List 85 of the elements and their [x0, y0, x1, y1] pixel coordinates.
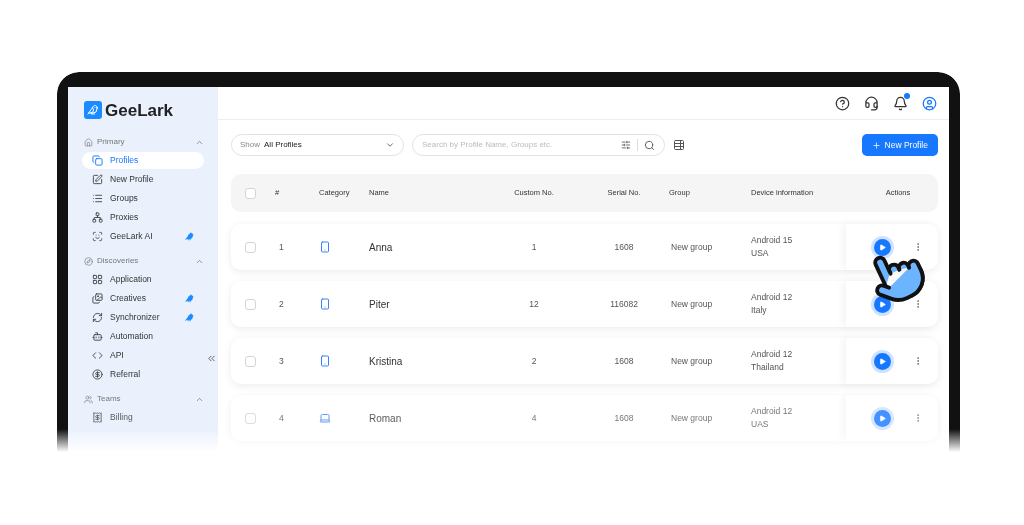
list-icon [92, 193, 103, 204]
table-settings-icon[interactable] [673, 139, 685, 151]
sync-icon [92, 312, 103, 323]
table-cell-text: New group [670, 240, 713, 254]
robot-icon [92, 331, 103, 342]
table-cell-text: New group [670, 354, 713, 368]
sidebar-item[interactable]: New Profile [82, 171, 204, 188]
support-icon[interactable] [864, 95, 879, 111]
profile-name: Kristina [369, 354, 403, 369]
play-icon [878, 300, 886, 308]
profile-name: Roman [369, 411, 402, 426]
logo-text: GeeLark [105, 101, 174, 119]
device-country: Italy [751, 304, 768, 317]
table-cell: 1608 [614, 354, 634, 368]
dollar-icon [92, 369, 103, 380]
users-icon [84, 394, 93, 404]
laptop-icon [319, 412, 331, 424]
play-button[interactable] [873, 295, 891, 313]
filter-icon[interactable] [621, 140, 631, 150]
device-country: UAS [751, 418, 770, 431]
sidebar-item[interactable]: Automation [82, 328, 204, 345]
table-cell: 116082 [610, 297, 638, 311]
play-icon [878, 414, 886, 422]
section-title: Primary [97, 136, 125, 148]
phone-icon [319, 241, 331, 253]
user-icon[interactable] [922, 95, 937, 111]
checkbox[interactable] [245, 355, 256, 367]
device-country: USA [751, 247, 770, 260]
chevron-icon [385, 140, 395, 150]
receipt-icon [92, 412, 103, 423]
table-cell: 12 [529, 297, 539, 311]
compass-icon [84, 256, 93, 266]
sidebar-item[interactable]: Profiles [82, 152, 204, 169]
sidebar-item[interactable]: GeeLark AI [82, 228, 204, 245]
collapse-sidebar-icon[interactable] [206, 353, 217, 364]
table-cell-text: 4 [278, 411, 284, 425]
device-os: Android 12 [751, 348, 794, 361]
table-cell-text: 3 [278, 354, 284, 368]
sidebar-item[interactable]: Groups [82, 190, 204, 207]
checkbox[interactable] [245, 298, 256, 310]
device-os: Android 15 [751, 234, 794, 247]
sidebar-item[interactable]: API [82, 347, 204, 364]
copy-icon [92, 155, 103, 166]
device-os: Android 12 [751, 405, 794, 418]
play-icon [878, 357, 886, 365]
table-cell-text: 1 [278, 240, 284, 254]
table-cell: 1608 [614, 411, 634, 425]
sidebar-item[interactable]: Referral [82, 366, 204, 383]
table-cell: 1608 [614, 240, 634, 254]
device-country: Thailand [751, 361, 785, 374]
table-cell: 2 [531, 354, 537, 368]
images-icon [92, 293, 103, 304]
sidebar-item[interactable]: Billing [82, 409, 204, 426]
bell-icon[interactable] [893, 95, 908, 111]
checkbox[interactable] [245, 241, 256, 253]
sidebar-item[interactable]: Proxies [82, 209, 204, 226]
checkbox[interactable] [245, 412, 256, 424]
house-icon [84, 137, 93, 147]
device-os: Android 12 [751, 291, 794, 304]
help-icon[interactable] [835, 95, 850, 111]
phone-icon [319, 298, 331, 310]
sidebar-item[interactable]: Synchronizer [82, 309, 204, 326]
table-cell: 1 [531, 240, 537, 254]
table-cell: 4 [531, 411, 537, 425]
section-title: Discoveries [97, 255, 139, 267]
sidebar-item[interactable]: Creatives [82, 290, 204, 307]
sidebar-item[interactable]: Application [82, 271, 204, 288]
table-cell-text: New group [670, 297, 713, 311]
checkbox[interactable] [245, 187, 256, 199]
plus-icon [871, 140, 881, 150]
section-title: Teams [97, 393, 121, 405]
profile-name: Anna [369, 240, 393, 255]
new-profile-button[interactable]: New Profile [861, 134, 938, 156]
grid-icon [92, 274, 103, 285]
profile-name: Piter [369, 297, 390, 312]
face-scan-icon [92, 231, 103, 242]
edit-icon [92, 174, 103, 185]
network-icon [92, 212, 103, 223]
phone-icon [319, 355, 331, 367]
table-cell-text: New group [670, 411, 713, 425]
code-icon [92, 350, 103, 361]
logo-icon [84, 101, 102, 119]
table-cell-text: 2 [278, 297, 284, 311]
play-icon [878, 243, 886, 251]
search-icon[interactable] [644, 139, 655, 151]
